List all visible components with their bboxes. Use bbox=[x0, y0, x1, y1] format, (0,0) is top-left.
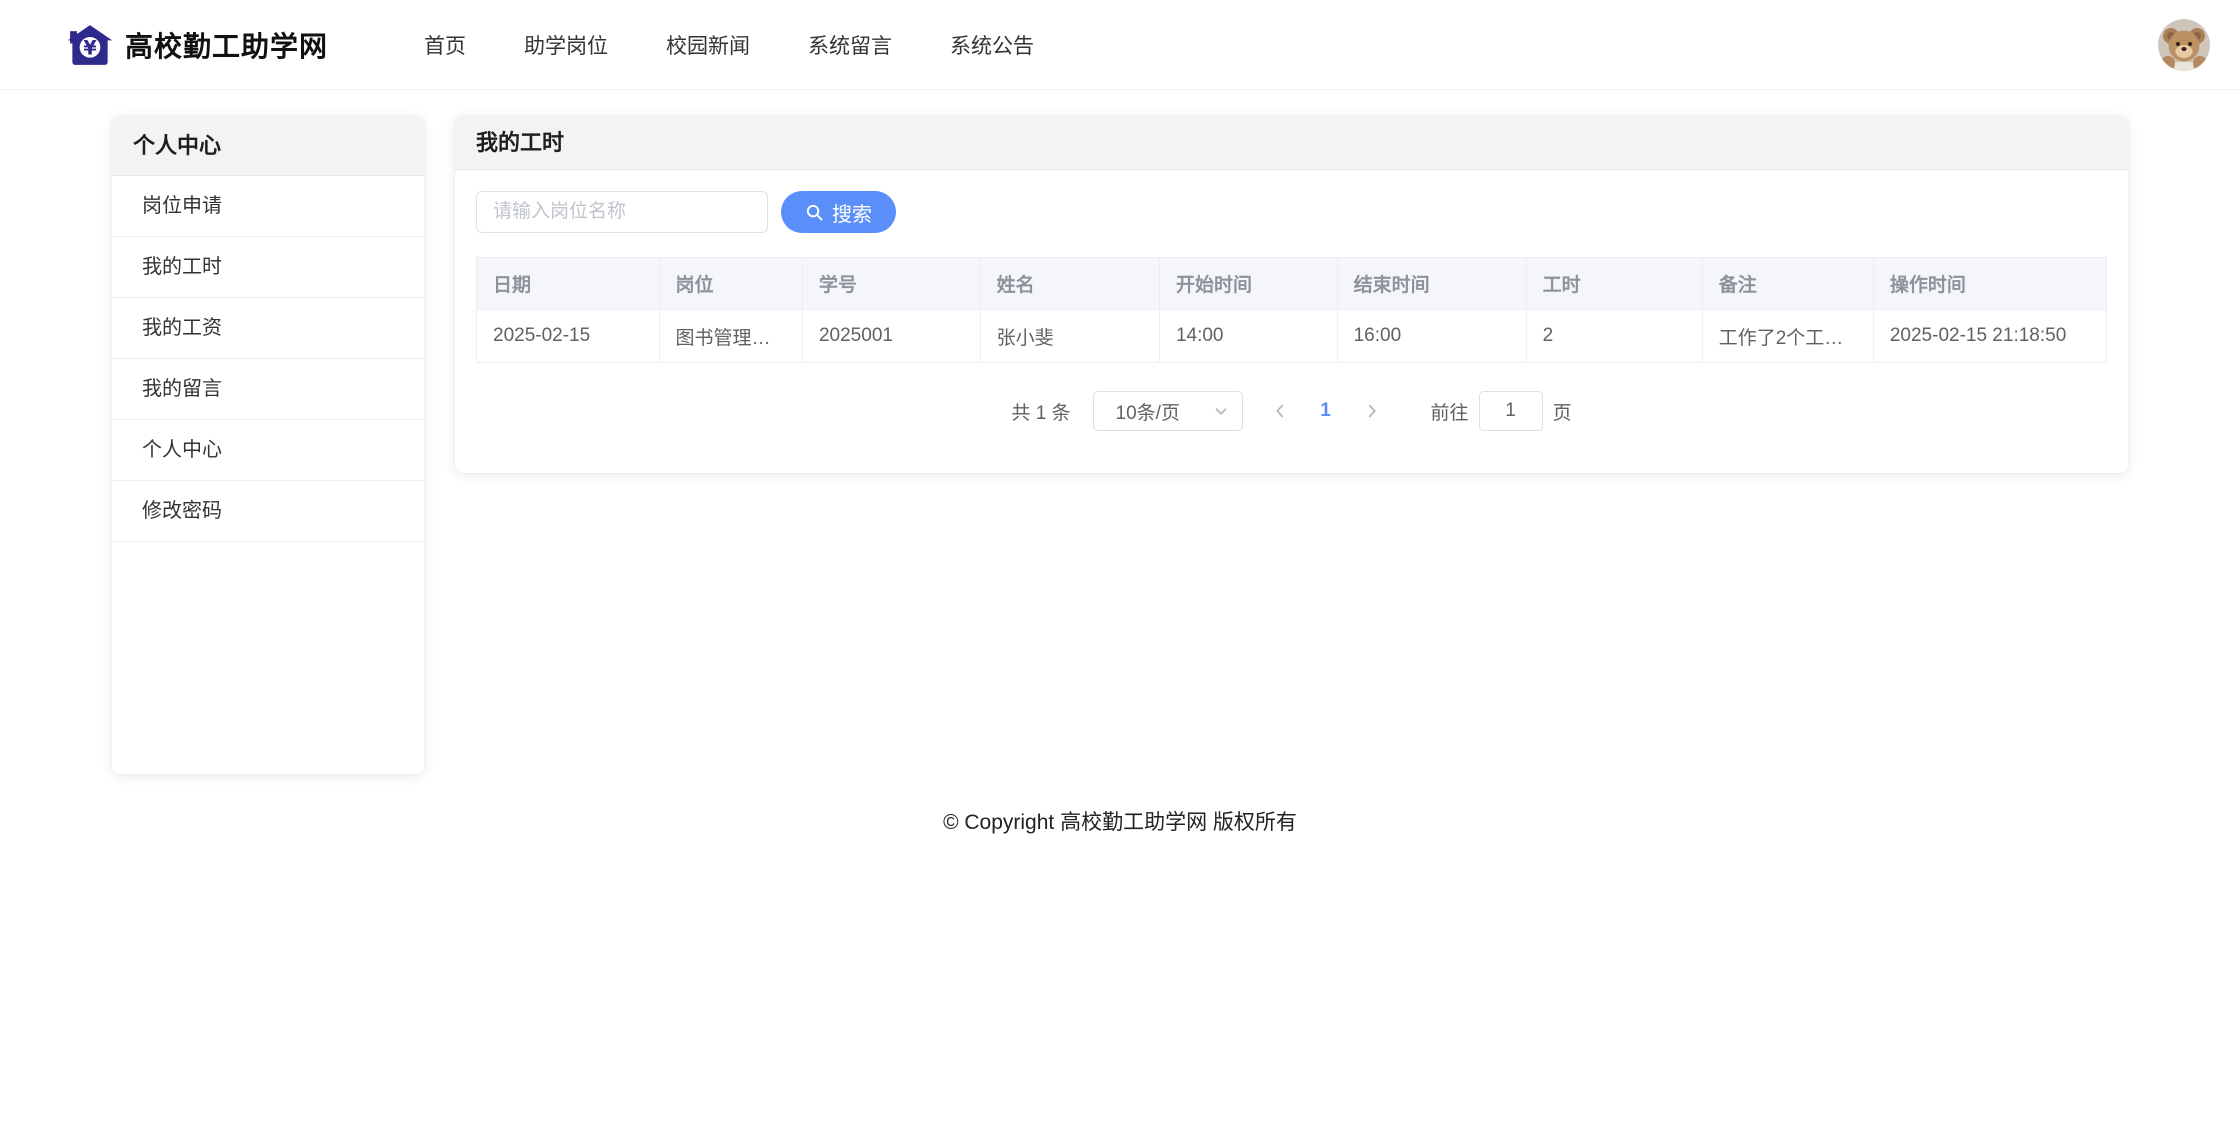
table-cell: 16:00 bbox=[1337, 310, 1526, 363]
goto-page-suffix: 页 bbox=[1553, 398, 1572, 425]
nav-links: 首页 助学岗位 校园新闻 系统留言 系统公告 bbox=[424, 30, 1092, 60]
search-button-label: 搜索 bbox=[832, 198, 872, 227]
page-size-value: 10条/页 bbox=[1116, 398, 1180, 425]
pagination: 共 1 条 10条/页 1 bbox=[476, 391, 2107, 431]
table-cell: 工作了2个工时。 bbox=[1702, 310, 1873, 363]
prev-page-button[interactable] bbox=[1257, 391, 1303, 431]
column-header-8: 操作时间 bbox=[1873, 258, 2106, 310]
table-header-row: 日期岗位学号姓名开始时间结束时间工时备注操作时间 bbox=[477, 258, 2107, 310]
chevron-left-icon bbox=[1271, 402, 1289, 420]
column-header-1: 岗位 bbox=[659, 258, 802, 310]
table-cell: 张小斐 bbox=[980, 310, 1159, 363]
search-icon bbox=[805, 203, 824, 222]
page-number-1[interactable]: 1 bbox=[1303, 391, 1349, 431]
sidebar-title: 个人中心 bbox=[112, 116, 424, 176]
brand[interactable]: ¥ 高校勤工助学网 bbox=[67, 25, 328, 65]
table-cell: 2025-02-15 bbox=[477, 310, 660, 363]
table-body: 2025-02-15图书管理人员2025001张小斐14:0016:002工作了… bbox=[477, 310, 2107, 363]
nav-item-messages[interactable]: 系统留言 bbox=[808, 30, 892, 60]
search-button[interactable]: 搜索 bbox=[781, 191, 896, 233]
table-cell: 2025-02-15 21:18:50 bbox=[1873, 310, 2106, 363]
sidebar-item-my-salary[interactable]: 我的工资 bbox=[112, 298, 424, 359]
main-panel: 我的工时 搜索 bbox=[455, 116, 2128, 473]
goto-page-input[interactable] bbox=[1479, 391, 1543, 431]
search-input[interactable] bbox=[476, 191, 768, 233]
brand-logo-house-yen-icon: ¥ bbox=[67, 25, 113, 65]
column-header-3: 姓名 bbox=[980, 258, 1159, 310]
chevron-right-icon bbox=[1363, 402, 1381, 420]
content-area: 个人中心 岗位申请 我的工时 我的工资 我的留言 个人中心 修改密码 我的工时 … bbox=[0, 90, 2240, 774]
table-cell: 2025001 bbox=[802, 310, 980, 363]
column-header-4: 开始时间 bbox=[1159, 258, 1337, 310]
table-cell: 图书管理人员 bbox=[659, 310, 802, 363]
page-size-select[interactable]: 10条/页 bbox=[1093, 391, 1243, 431]
user-avatar[interactable] bbox=[2158, 19, 2210, 71]
sidebar-item-my-messages[interactable]: 我的留言 bbox=[112, 359, 424, 420]
nav-item-announcements[interactable]: 系统公告 bbox=[950, 30, 1034, 60]
sidebar-item-job-application[interactable]: 岗位申请 bbox=[112, 176, 424, 237]
sidebar-item-my-hours[interactable]: 我的工时 bbox=[112, 237, 424, 298]
column-header-0: 日期 bbox=[477, 258, 660, 310]
table-row: 2025-02-15图书管理人员2025001张小斐14:0016:002工作了… bbox=[477, 310, 2107, 363]
page-title: 我的工时 bbox=[455, 116, 2128, 170]
column-header-7: 备注 bbox=[1702, 258, 1873, 310]
pagination-total: 共 1 条 bbox=[1011, 398, 1070, 425]
sidebar-item-personal-center[interactable]: 个人中心 bbox=[112, 420, 424, 481]
next-page-button[interactable] bbox=[1349, 391, 1395, 431]
hours-table: 日期岗位学号姓名开始时间结束时间工时备注操作时间 2025-02-15图书管理人… bbox=[476, 257, 2107, 363]
nav-item-home[interactable]: 首页 bbox=[424, 30, 466, 60]
brand-title: 高校勤工助学网 bbox=[125, 25, 328, 65]
table-cell: 2 bbox=[1526, 310, 1702, 363]
svg-text:¥: ¥ bbox=[83, 36, 97, 59]
column-header-2: 学号 bbox=[802, 258, 980, 310]
goto-page-group: 前往 页 bbox=[1431, 391, 1572, 431]
sidebar: 个人中心 岗位申请 我的工时 我的工资 我的留言 个人中心 修改密码 bbox=[112, 116, 424, 774]
column-header-5: 结束时间 bbox=[1337, 258, 1526, 310]
goto-label: 前往 bbox=[1431, 398, 1469, 425]
nav-item-jobs[interactable]: 助学岗位 bbox=[524, 30, 608, 60]
sidebar-item-change-password[interactable]: 修改密码 bbox=[112, 481, 424, 542]
nav-item-news[interactable]: 校园新闻 bbox=[666, 30, 750, 60]
column-header-6: 工时 bbox=[1526, 258, 1702, 310]
main-body: 搜索 日期岗位学号姓名开始时间结束时间工时备注操作时间 2025-02-15图书… bbox=[455, 170, 2128, 451]
table-cell: 14:00 bbox=[1159, 310, 1337, 363]
chevron-down-icon bbox=[1212, 402, 1230, 420]
top-navbar: ¥ 高校勤工助学网 首页 助学岗位 校园新闻 系统留言 系统公告 bbox=[0, 0, 2240, 90]
footer-copyright: © Copyright 高校勤工助学网 版权所有 bbox=[0, 806, 2240, 836]
search-row: 搜索 bbox=[476, 191, 2107, 233]
